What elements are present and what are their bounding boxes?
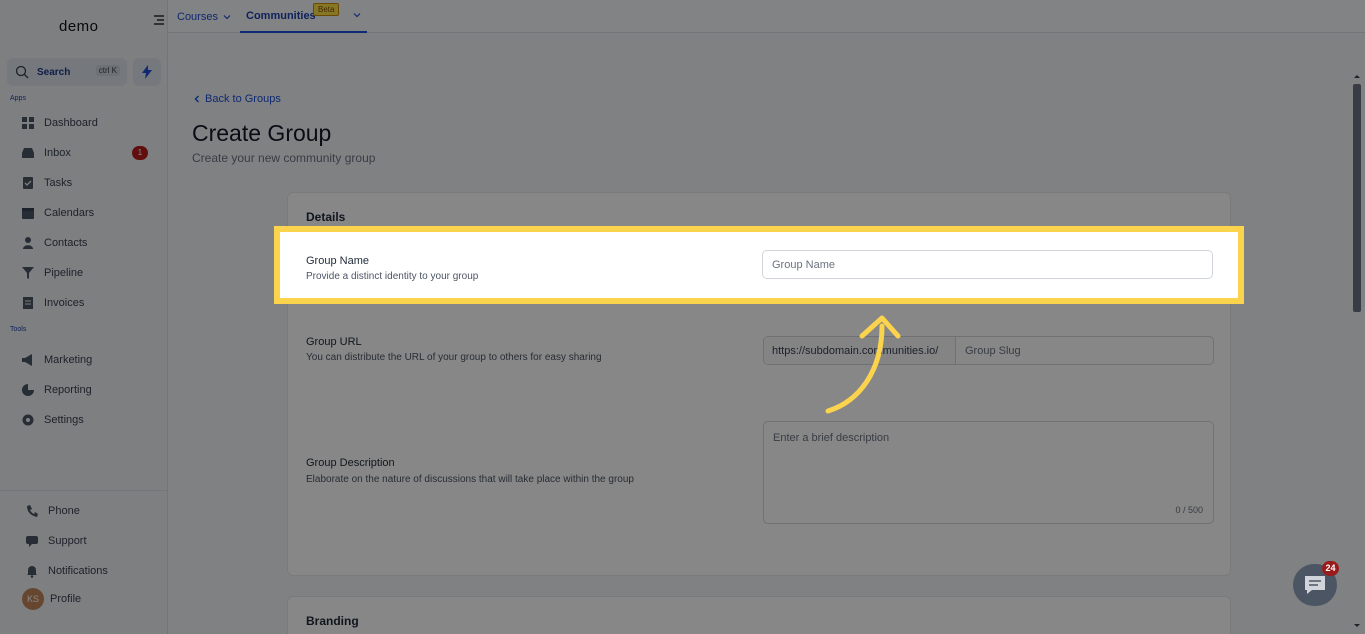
sidebar-item-label: Dashboard bbox=[44, 117, 98, 129]
chevron-down-icon bbox=[353, 13, 361, 18]
collapse-menu-icon[interactable] bbox=[151, 13, 165, 27]
search-button[interactable]: Search ctrl K bbox=[7, 58, 127, 86]
sidebar-item-label: Invoices bbox=[44, 297, 85, 309]
branding-heading: Branding bbox=[306, 614, 359, 628]
sidebar-item-contacts[interactable]: Contacts bbox=[20, 233, 160, 253]
group-url-label: Group URL bbox=[306, 336, 362, 348]
sidebar-item-label: Calendars bbox=[44, 207, 95, 219]
sidebar-item-marketing[interactable]: Marketing bbox=[20, 350, 160, 370]
sidebar-item-label: Settings bbox=[44, 414, 84, 426]
dashboard-icon bbox=[20, 115, 36, 131]
sidebar-item-label: Inbox bbox=[44, 147, 71, 159]
tab-communities[interactable]: Communities bbox=[240, 0, 367, 33]
sidebar: demo Search ctrl K Apps Dashboard Inbox … bbox=[0, 0, 168, 634]
scroll-down-icon[interactable] bbox=[1351, 622, 1363, 630]
search-shortcut: ctrl K bbox=[95, 65, 120, 76]
sidebar-item-reporting[interactable]: Reporting bbox=[20, 380, 160, 400]
scroll-up-icon[interactable] bbox=[1351, 72, 1363, 80]
support-icon bbox=[24, 533, 40, 549]
sidebar-item-phone[interactable]: Phone bbox=[24, 501, 164, 521]
inbox-icon bbox=[20, 145, 36, 161]
sidebar-divider bbox=[0, 490, 168, 491]
pipeline-icon bbox=[20, 265, 36, 281]
page-title: Create Group bbox=[192, 120, 332, 146]
bell-icon bbox=[24, 563, 40, 579]
description-placeholder: Enter a brief description bbox=[773, 432, 890, 444]
logo: demo bbox=[59, 18, 99, 35]
sidebar-item-dashboard[interactable]: Dashboard bbox=[20, 113, 160, 133]
top-nav: Courses Communities Beta bbox=[168, 0, 1365, 33]
sidebar-item-label: Reporting bbox=[44, 384, 92, 396]
gear-icon bbox=[20, 412, 36, 428]
sidebar-item-profile[interactable]: KS Profile bbox=[22, 588, 164, 610]
back-link-label: Back to Groups bbox=[205, 93, 281, 105]
bolt-icon bbox=[142, 65, 152, 79]
group-url-help: You can distribute the URL of your group… bbox=[306, 352, 602, 363]
chat-badge: 24 bbox=[1322, 561, 1339, 576]
group-name-help: Provide a distinct identity to your grou… bbox=[306, 271, 479, 282]
tools-section-label: Tools bbox=[10, 326, 27, 333]
contacts-icon bbox=[20, 235, 36, 251]
search-icon bbox=[15, 65, 29, 79]
sidebar-item-label: Notifications bbox=[48, 565, 108, 577]
arrow-pointer-icon bbox=[825, 315, 901, 414]
phone-icon bbox=[24, 503, 40, 519]
sidebar-item-pipeline[interactable]: Pipeline bbox=[20, 263, 160, 283]
apps-section-label: Apps bbox=[10, 95, 26, 102]
invoices-icon bbox=[20, 295, 36, 311]
calendar-icon bbox=[20, 205, 36, 221]
group-name-label: Group Name bbox=[306, 255, 369, 267]
scrollbar[interactable] bbox=[1351, 70, 1363, 634]
quick-action-button[interactable] bbox=[133, 58, 161, 86]
sidebar-item-notifications[interactable]: Notifications bbox=[24, 561, 164, 581]
tab-label: Communities bbox=[246, 9, 316, 22]
page-subtitle: Create your new community group bbox=[192, 151, 376, 165]
group-description-label: Group Description bbox=[306, 457, 395, 469]
sidebar-item-label: Marketing bbox=[44, 354, 93, 366]
character-counter: 0 / 500 bbox=[1175, 505, 1203, 515]
sidebar-item-settings[interactable]: Settings bbox=[20, 410, 160, 430]
chevron-left-icon bbox=[194, 95, 199, 103]
branding-card: Branding bbox=[287, 596, 1231, 634]
megaphone-icon bbox=[20, 352, 36, 368]
chevron-down-icon bbox=[223, 14, 231, 19]
sidebar-item-calendars[interactable]: Calendars bbox=[20, 203, 160, 223]
sidebar-item-inbox[interactable]: Inbox 1 bbox=[20, 143, 160, 163]
sidebar-item-invoices[interactable]: Invoices bbox=[20, 293, 160, 313]
reporting-icon bbox=[20, 382, 36, 398]
sidebar-item-tasks[interactable]: Tasks bbox=[20, 173, 160, 193]
tab-label: Courses bbox=[177, 10, 218, 23]
group-description-textarea[interactable]: Enter a brief description 0 / 500 bbox=[763, 421, 1214, 524]
sidebar-item-label: Phone bbox=[48, 505, 80, 517]
group-slug-input[interactable]: Group Slug bbox=[956, 337, 1213, 364]
chat-icon bbox=[1305, 576, 1325, 594]
sidebar-item-label: Support bbox=[48, 535, 87, 547]
scroll-thumb[interactable] bbox=[1353, 84, 1361, 312]
highlight-box: Group Name Provide a distinct identity t… bbox=[274, 226, 1244, 304]
tab-courses[interactable]: Courses bbox=[177, 0, 232, 33]
tasks-icon bbox=[20, 175, 36, 191]
sidebar-item-label: Profile bbox=[50, 593, 82, 605]
inbox-badge: 1 bbox=[132, 146, 148, 160]
details-heading: Details bbox=[306, 210, 346, 224]
sidebar-item-label: Contacts bbox=[44, 237, 88, 249]
search-label: Search bbox=[37, 66, 71, 78]
sidebar-item-support[interactable]: Support bbox=[24, 531, 164, 551]
beta-badge: Beta bbox=[313, 3, 340, 16]
sidebar-item-label: Pipeline bbox=[44, 267, 84, 279]
group-name-input[interactable]: Group Name bbox=[762, 250, 1213, 279]
sidebar-item-label: Tasks bbox=[44, 177, 73, 189]
back-to-groups-link[interactable]: Back to Groups bbox=[192, 93, 281, 105]
group-description-help: Elaborate on the nature of discussions t… bbox=[306, 474, 634, 485]
avatar: KS bbox=[22, 588, 44, 610]
